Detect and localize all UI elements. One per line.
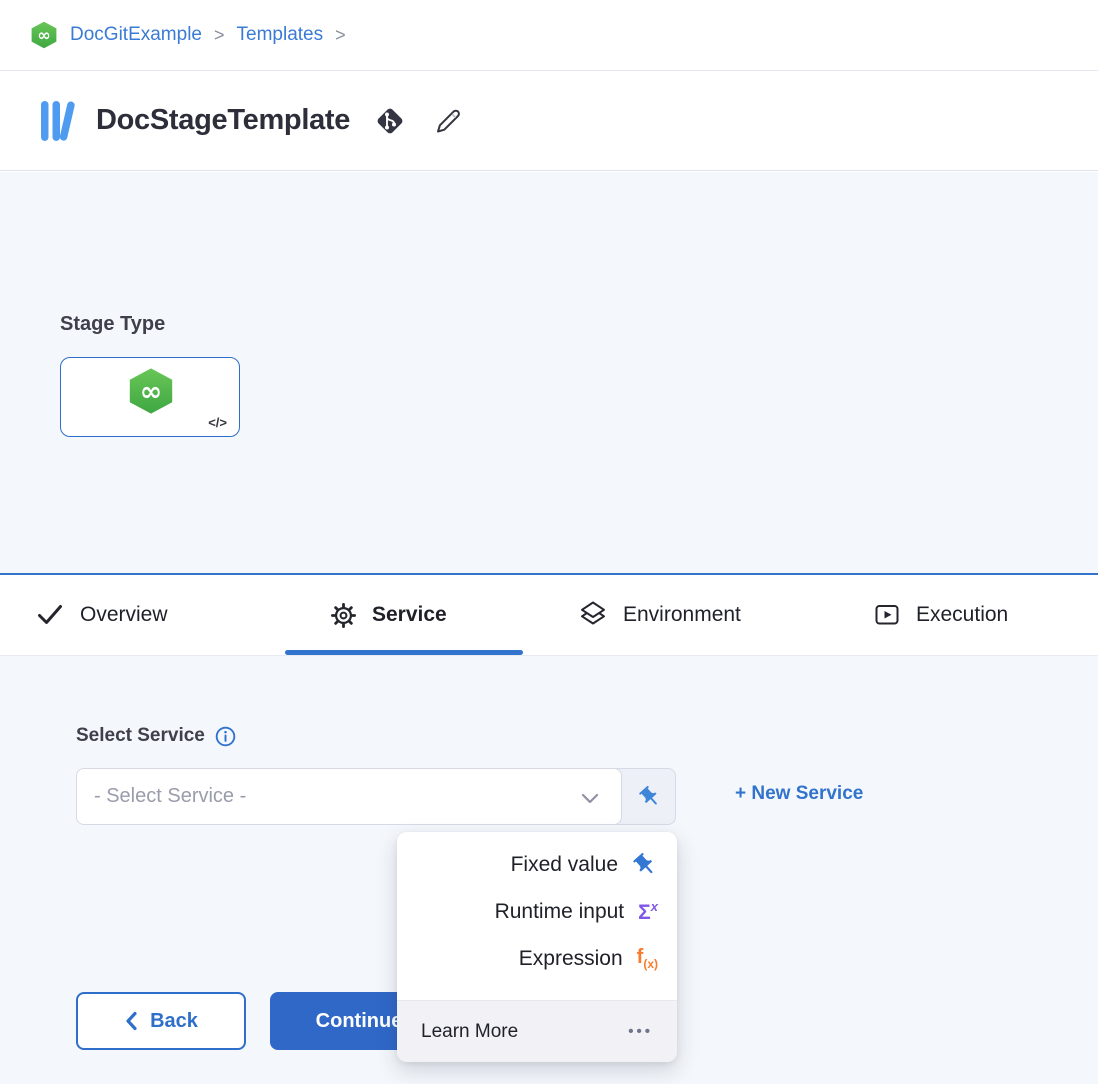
menu-item-fixed-value[interactable]: Fixed value xyxy=(397,841,677,888)
f-of-x-icon: f(x) xyxy=(637,947,658,970)
select-service-label: Select Service xyxy=(76,725,205,747)
title-bar: DocStageTemplate xyxy=(0,71,1098,171)
git-sync-badge xyxy=(372,103,408,139)
breadcrumb-project-link[interactable]: DocGitExample xyxy=(70,24,202,46)
breadcrumb-separator: > xyxy=(214,25,225,46)
value-type-menu-items: Fixed value Runtime input Σx Expression … xyxy=(397,832,677,982)
gear-icon xyxy=(330,602,357,629)
value-type-menu: Fixed value Runtime input Σx Expression … xyxy=(397,832,677,1062)
tab-label: Overview xyxy=(80,603,168,627)
tab-label: Execution xyxy=(916,603,1008,627)
stage-type-section: Stage Type ∞ </> xyxy=(0,172,1098,573)
menu-item-runtime-input[interactable]: Runtime input Σx xyxy=(397,888,677,935)
menu-item-expression[interactable]: Expression f(x) xyxy=(397,935,677,982)
tab-overview[interactable]: Overview xyxy=(35,575,168,655)
ci-stage-hexagon-icon: ∞ xyxy=(127,367,175,415)
info-icon[interactable] xyxy=(215,726,236,747)
template-editor-page: ∞ DocGitExample > Templates > DocStageTe… xyxy=(0,0,1098,1084)
edit-template-button[interactable] xyxy=(430,104,464,138)
back-button-label: Back xyxy=(150,1010,198,1033)
git-diamond-icon xyxy=(372,103,408,139)
tab-service[interactable]: Service xyxy=(330,575,447,655)
stage-type-card[interactable]: ∞ </> xyxy=(60,357,240,437)
tab-environment[interactable]: Environment xyxy=(578,575,741,655)
tab-label: Service xyxy=(372,603,447,627)
new-service-link[interactable]: + New Service xyxy=(735,783,863,805)
harness-project-icon: ∞ xyxy=(30,21,58,49)
service-panel: Select Service - Select Service - + New … xyxy=(0,656,1098,1084)
select-service-label-row: Select Service xyxy=(76,725,236,747)
pencil-icon xyxy=(430,104,464,138)
chevron-left-icon xyxy=(124,1011,138,1031)
breadcrumb: ∞ DocGitExample > Templates > xyxy=(0,0,1098,71)
tab-execution[interactable]: Execution xyxy=(873,575,1008,655)
breadcrumb-templates-link[interactable]: Templates xyxy=(237,24,324,46)
sigma-x-icon: Σx xyxy=(638,900,658,923)
menu-item-label: Expression xyxy=(519,947,623,971)
menu-item-label: Fixed value xyxy=(511,853,618,877)
continue-button-label: Continue xyxy=(316,1010,403,1033)
layers-icon xyxy=(578,600,608,630)
back-button[interactable]: Back xyxy=(76,992,246,1050)
page-title: DocStageTemplate xyxy=(96,104,350,137)
active-tab-underline xyxy=(285,650,523,655)
value-type-menu-footer: Learn More ••• xyxy=(397,1000,677,1062)
select-service-dropdown[interactable]: - Select Service - xyxy=(76,768,622,825)
template-library-icon xyxy=(38,97,78,145)
chevron-down-icon xyxy=(581,793,599,804)
pushpin-icon xyxy=(638,785,662,809)
select-service-placeholder: - Select Service - xyxy=(94,785,246,808)
play-box-icon xyxy=(873,601,901,629)
breadcrumb-separator: > xyxy=(335,25,346,46)
svg-text:∞: ∞ xyxy=(37,26,50,45)
checkmark-icon xyxy=(35,601,65,629)
code-glyph: </> xyxy=(208,415,227,430)
pushpin-icon xyxy=(632,852,658,878)
svg-text:∞: ∞ xyxy=(140,377,163,408)
more-options-icon[interactable]: ••• xyxy=(628,1023,653,1040)
stage-tab-strip: Overview Service xyxy=(0,573,1098,656)
stage-type-label: Stage Type xyxy=(60,313,165,336)
tab-label: Environment xyxy=(623,603,741,627)
learn-more-link[interactable]: Learn More xyxy=(421,1021,518,1043)
menu-item-label: Runtime input xyxy=(495,900,625,924)
